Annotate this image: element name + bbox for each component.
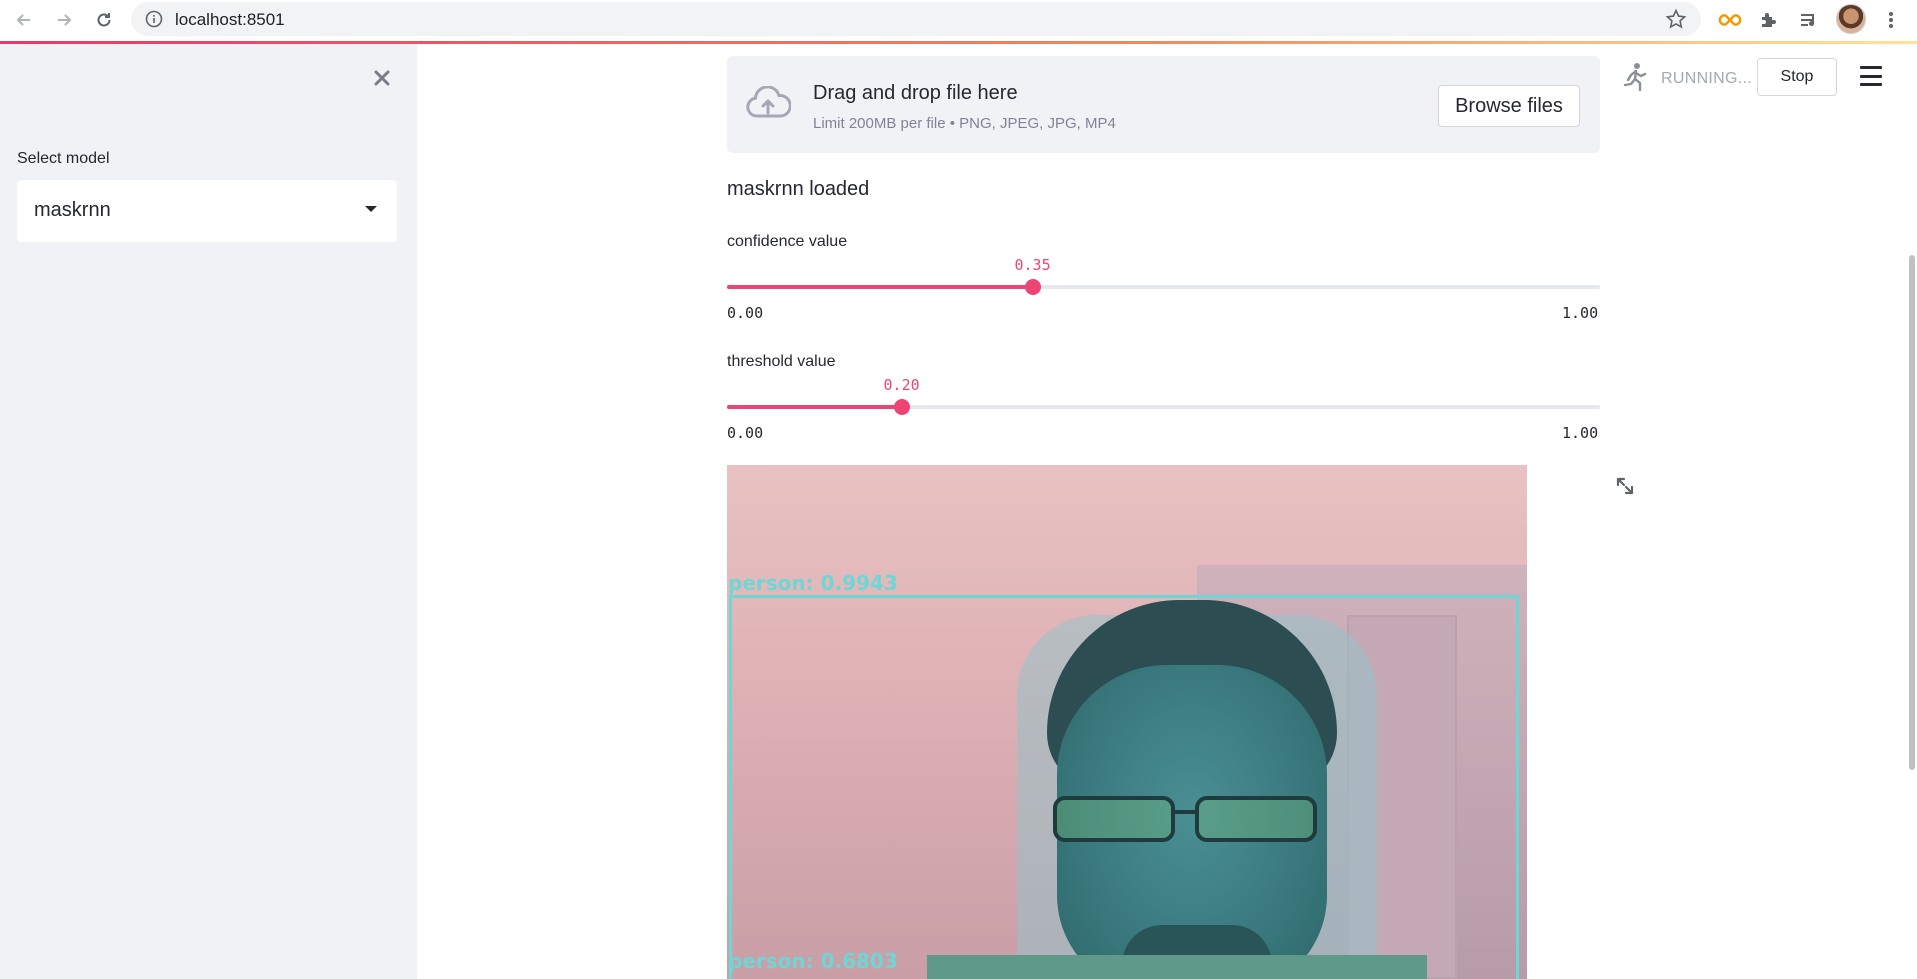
threshold-slider[interactable] <box>727 399 1600 415</box>
threshold-slider-label: threshold value <box>727 353 836 370</box>
threshold-slider-fill <box>727 405 902 409</box>
reload-icon <box>97 13 111 27</box>
detection-frame-image: person: 0.9943 person: 0.6803 <box>727 465 1527 979</box>
hamburger-menu-icon[interactable] <box>1860 66 1882 86</box>
uploader-title: Drag and drop file here <box>813 82 1018 104</box>
extension-infinity-icon[interactable] <box>1717 7 1743 33</box>
file-uploader-dropzone[interactable]: Drag and drop file here Limit 200MB per … <box>727 56 1600 153</box>
uploader-limit: Limit 200MB per file • PNG, JPEG, JPG, M… <box>813 115 1116 132</box>
forward-button[interactable] <box>50 6 78 34</box>
threshold-slider-value: 0.20 <box>883 376 920 394</box>
cloud-upload-icon <box>746 86 791 118</box>
threshold-slider-thumb[interactable] <box>893 399 910 415</box>
model-loaded-text: maskrnn loaded <box>727 178 870 200</box>
confidence-slider-label: confidence value <box>727 233 848 250</box>
back-button[interactable] <box>10 6 38 34</box>
extensions-puzzle-icon[interactable] <box>1756 7 1782 33</box>
sidebar: Select model maskrnn <box>0 44 417 979</box>
sidebar-close-button[interactable] <box>368 64 396 92</box>
browse-files-button[interactable]: Browse files <box>1438 85 1580 127</box>
model-select[interactable]: maskrnn <box>17 180 397 242</box>
detection-bounding-box <box>729 595 1519 979</box>
select-model-label: Select model <box>17 150 110 167</box>
arrow-right-icon <box>58 14 72 26</box>
detection-label: person: 0.9943 <box>728 571 898 595</box>
detection-label: person: 0.6803 <box>728 949 898 973</box>
threshold-slider-min: 0.00 <box>727 424 764 442</box>
browser-menu-icon[interactable] <box>1878 7 1904 33</box>
running-man-icon <box>1623 63 1647 92</box>
reload-button[interactable] <box>90 6 118 34</box>
address-bar[interactable]: localhost:8501 <box>131 2 1701 36</box>
profile-avatar[interactable] <box>1836 4 1866 34</box>
confidence-slider[interactable] <box>727 279 1600 295</box>
confidence-slider-min: 0.00 <box>727 304 764 322</box>
arrow-left-icon <box>16 14 30 26</box>
url-text: localhost:8501 <box>175 10 285 29</box>
browser-toolbar: localhost:8501 <box>0 0 1917 42</box>
stop-button[interactable]: Stop <box>1757 58 1837 96</box>
media-queue-icon[interactable] <box>1796 7 1822 33</box>
chevron-down-icon <box>365 206 377 212</box>
confidence-slider-max: 1.00 <box>1562 304 1599 322</box>
model-select-value: maskrnn <box>34 199 111 221</box>
fullscreen-icon[interactable] <box>1615 476 1635 496</box>
page-scrollbar[interactable] <box>1909 255 1915 770</box>
close-icon <box>374 70 390 86</box>
confidence-slider-thumb[interactable] <box>1024 279 1041 295</box>
running-status: RUNNING... <box>1661 70 1752 87</box>
threshold-slider-max: 1.00 <box>1562 424 1599 442</box>
confidence-slider-fill <box>727 285 1033 289</box>
confidence-slider-value: 0.35 <box>1014 256 1051 274</box>
info-icon[interactable] <box>145 10 163 28</box>
bookmark-star-icon[interactable] <box>1665 8 1687 30</box>
